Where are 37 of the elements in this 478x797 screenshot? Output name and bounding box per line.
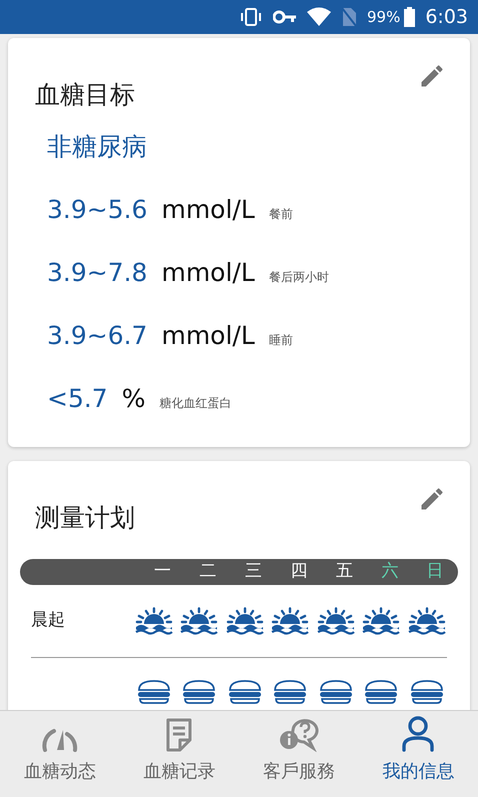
no-sim-icon bbox=[340, 7, 357, 27]
nav-tab[interactable]: 我的信息 bbox=[358, 711, 478, 797]
clock-time: 6:03 bbox=[425, 4, 468, 30]
target-note: 餐前 bbox=[268, 206, 293, 223]
nav-tab[interactable]: 客戶服務 bbox=[239, 711, 358, 797]
target-note: 睡前 bbox=[268, 332, 293, 349]
help-chat-icon bbox=[278, 718, 319, 752]
weekday-label: 六 bbox=[380, 560, 400, 583]
nav-tab[interactable]: 血糖动态 bbox=[0, 711, 120, 797]
nav-tab[interactable]: 血糖记录 bbox=[120, 711, 239, 797]
battery-icon bbox=[404, 7, 416, 27]
card-title: 测量计划 bbox=[35, 502, 135, 534]
category-label: 非糖尿病 bbox=[47, 130, 148, 162]
key-icon bbox=[272, 10, 297, 24]
battery-percent: 99% bbox=[366, 6, 400, 28]
vibrate-icon bbox=[238, 8, 263, 26]
weekday-label: 一 bbox=[153, 560, 172, 583]
weekday-label: 三 bbox=[244, 560, 264, 583]
unit-label: mmol/L bbox=[161, 320, 255, 352]
target-note: 餐后两小时 bbox=[268, 269, 329, 286]
weekday-label: 二 bbox=[198, 560, 218, 583]
target-range: 3.9~6.7 bbox=[47, 320, 148, 352]
weekday-label: 日 bbox=[426, 560, 445, 583]
target-note: 糖化血红蛋白 bbox=[159, 395, 232, 412]
unit-label: mmol/L bbox=[161, 257, 255, 289]
weekday-label: 五 bbox=[334, 560, 354, 583]
unit-label: % bbox=[122, 383, 146, 415]
target-range: 3.9~7.8 bbox=[47, 257, 148, 289]
unit-label: mmol/L bbox=[161, 194, 255, 226]
target-range: <5.7 bbox=[47, 383, 108, 415]
wifi-icon bbox=[306, 7, 331, 27]
card-title: 血糖目标 bbox=[35, 79, 135, 111]
row-label: 晨起 bbox=[31, 610, 65, 630]
target-range: 3.9~5.6 bbox=[47, 194, 148, 226]
note-icon bbox=[165, 718, 194, 752]
person-icon bbox=[401, 716, 436, 752]
weekday-label: 四 bbox=[289, 560, 308, 583]
